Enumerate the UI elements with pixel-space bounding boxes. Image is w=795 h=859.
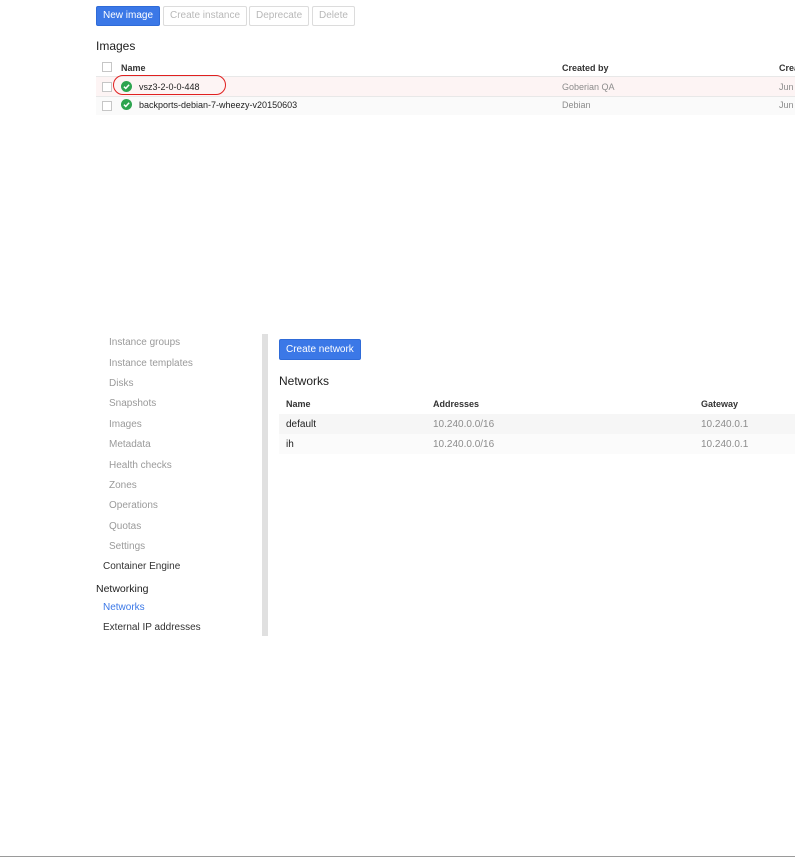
addresses-cell: 10.240.0.0/16 xyxy=(433,419,495,430)
nav-zones[interactable]: Zones xyxy=(109,480,137,491)
nav-instance-templates[interactable]: Instance templates xyxy=(109,358,193,369)
sidebar-scrollbar[interactable] xyxy=(262,334,268,636)
page-bottom-rule xyxy=(0,856,795,857)
column-created-by[interactable]: Created by xyxy=(562,63,609,73)
nav-instance-groups[interactable]: Instance groups xyxy=(109,337,180,348)
delete-button[interactable]: Delete xyxy=(312,6,355,26)
row-checkbox[interactable] xyxy=(102,101,112,111)
addresses-cell: 10.240.0.0/16 xyxy=(433,439,495,450)
nav-settings[interactable]: Settings xyxy=(109,541,145,552)
gateway-cell: 10.240.0.1 xyxy=(701,439,749,450)
column-name[interactable]: Name xyxy=(286,399,311,409)
network-name-link[interactable]: ih xyxy=(286,439,294,450)
image-name-link[interactable]: backports-debian-7-wheezy-v20150603 xyxy=(139,100,297,110)
nav-snapshots[interactable]: Snapshots xyxy=(109,398,156,409)
nav-metadata[interactable]: Metadata xyxy=(109,439,151,450)
nav-external-ip-addresses[interactable]: External IP addresses xyxy=(103,622,201,633)
create-instance-button[interactable]: Create instance xyxy=(163,6,248,26)
nav-disks[interactable]: Disks xyxy=(109,378,133,389)
column-created[interactable]: Crea xyxy=(779,63,795,73)
gateway-cell: 10.240.0.1 xyxy=(701,419,749,430)
created-cell: Jun xyxy=(779,82,794,92)
created-by-cell: Debian xyxy=(562,100,591,110)
nav-operations[interactable]: Operations xyxy=(109,500,158,511)
column-gateway[interactable]: Gateway xyxy=(701,399,738,409)
select-all-checkbox[interactable] xyxy=(102,62,112,72)
column-name[interactable]: Name xyxy=(121,63,146,73)
row-checkbox[interactable] xyxy=(102,82,112,92)
highlight-annotation xyxy=(113,75,226,95)
nav-images[interactable]: Images xyxy=(109,419,142,430)
images-title: Images xyxy=(96,39,136,53)
created-by-cell: Goberian QA xyxy=(562,82,615,92)
network-name-link[interactable]: default xyxy=(286,419,316,430)
nav-quotas[interactable]: Quotas xyxy=(109,521,141,532)
new-image-button[interactable]: New image xyxy=(96,6,161,26)
create-network-button[interactable]: Create network xyxy=(279,339,361,360)
column-addresses[interactable]: Addresses xyxy=(433,399,479,409)
networks-title: Networks xyxy=(279,374,330,388)
check-circle-icon xyxy=(121,99,132,110)
nav-health-checks[interactable]: Health checks xyxy=(109,460,172,471)
created-cell: Jun xyxy=(779,100,794,110)
nav-container-engine[interactable]: Container Engine xyxy=(103,561,180,572)
nav-networking-header[interactable]: Networking xyxy=(96,583,149,595)
deprecate-button[interactable]: Deprecate xyxy=(249,6,310,26)
nav-networks[interactable]: Networks xyxy=(103,602,145,613)
